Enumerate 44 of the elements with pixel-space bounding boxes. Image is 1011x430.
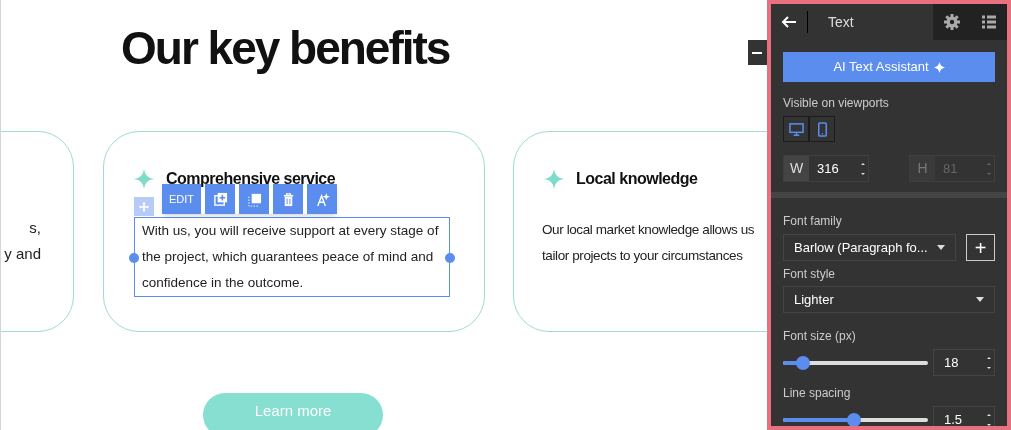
slider-thumb[interactable] bbox=[796, 355, 811, 370]
slider-track[interactable] bbox=[783, 412, 928, 426]
stepper-icon[interactable] bbox=[986, 355, 992, 370]
stepper-icon[interactable] bbox=[986, 412, 992, 426]
font-style-dropdown[interactable]: Lighter bbox=[783, 286, 995, 313]
card-text: tailor projects to your circumstances bbox=[542, 247, 744, 265]
phone-toggle[interactable] bbox=[809, 116, 835, 142]
layer-icon bbox=[246, 191, 262, 207]
section-heading: Our key benefits bbox=[121, 21, 450, 76]
gear-icon bbox=[943, 14, 960, 30]
field-label: Line spacing bbox=[783, 385, 852, 402]
number-field[interactable]: 18 bbox=[933, 349, 995, 376]
caret-icon bbox=[976, 297, 984, 302]
caret-icon bbox=[937, 245, 946, 250]
font-family-dropdown[interactable]: Barlow (Paragraph fo... bbox=[783, 234, 957, 261]
field-label: Font style bbox=[783, 266, 837, 283]
panel-handle[interactable] bbox=[748, 40, 767, 65]
field-label: Font size (px) bbox=[783, 328, 857, 345]
move-handle[interactable] bbox=[134, 197, 154, 216]
text-sparkle-button[interactable] bbox=[307, 184, 338, 214]
field-label: Font family bbox=[783, 213, 843, 230]
text-sparkle-icon bbox=[314, 191, 330, 207]
desktop-icon bbox=[788, 121, 804, 137]
add-font-button[interactable]: + bbox=[966, 234, 995, 261]
sparkle-icon bbox=[134, 169, 154, 189]
duplicate-icon bbox=[212, 191, 228, 207]
list-icon bbox=[980, 14, 997, 30]
field-label: Visible on viewports bbox=[783, 95, 890, 112]
sparkle-icon bbox=[544, 169, 564, 189]
card-text: Our local market knowledge allows us bbox=[542, 221, 756, 239]
card-text: s, bbox=[29, 218, 41, 238]
panel-title: Text bbox=[828, 12, 855, 32]
back-arrow-icon bbox=[781, 14, 797, 30]
card-text[interactable]: With us, you will receive support at every stage of the project, which guarantees peace of mind and confidence in the outcome. bbox=[134, 217, 450, 297]
card-text: y and bbox=[4, 244, 41, 264]
resize-handle[interactable] bbox=[445, 253, 455, 263]
resize-handle[interactable] bbox=[129, 253, 139, 263]
sparkle-icon bbox=[933, 61, 945, 73]
card-title: Local knowledge bbox=[576, 169, 698, 189]
desktop-toggle[interactable] bbox=[783, 116, 809, 142]
move-icon bbox=[139, 201, 149, 212]
number-field[interactable]: 1.5 bbox=[933, 406, 995, 426]
slider-thumb[interactable] bbox=[847, 412, 862, 426]
slider-track[interactable] bbox=[783, 355, 928, 370]
